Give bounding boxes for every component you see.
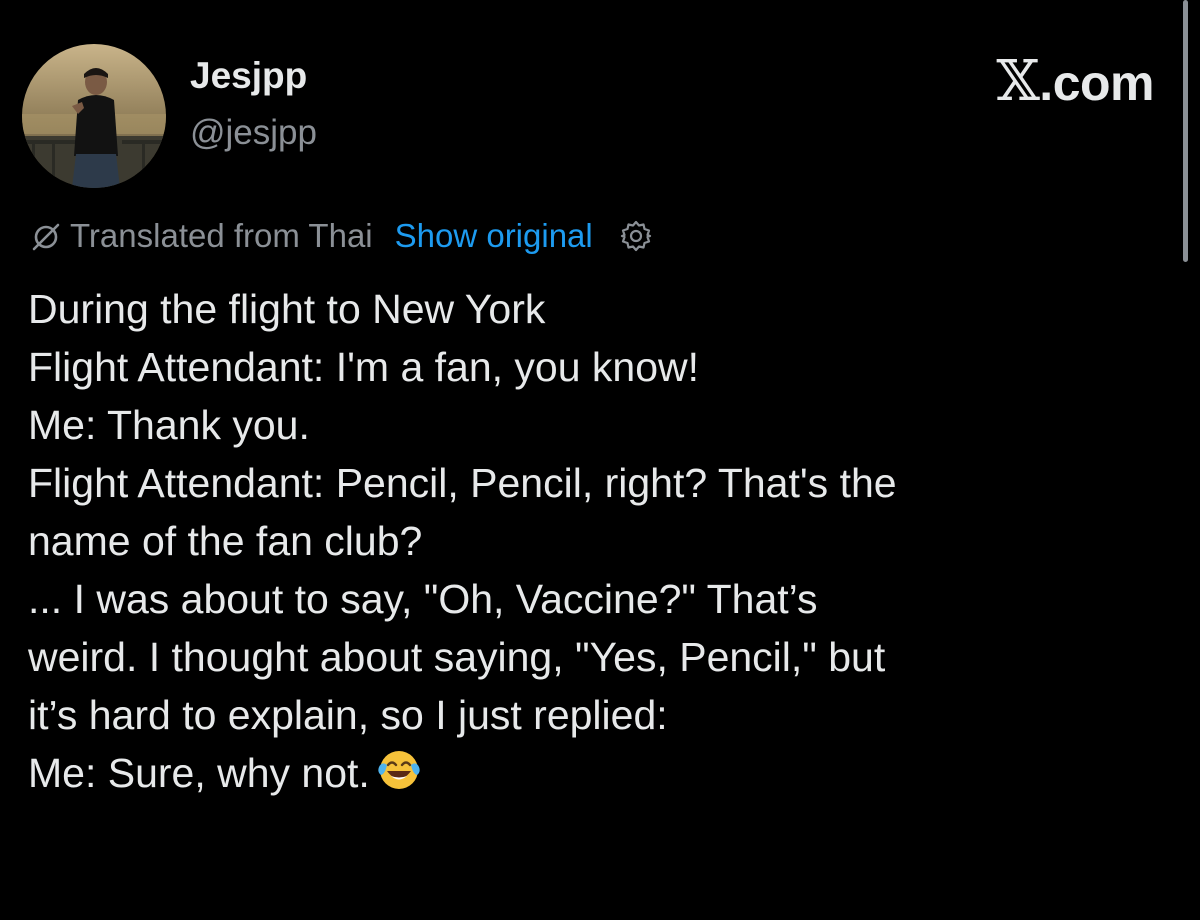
brand-domain: .com — [1039, 55, 1154, 111]
tears-of-joy-emoji-icon — [376, 747, 422, 793]
author-avatar[interactable] — [22, 44, 166, 188]
tweet-line: ... I was about to say, "Oh, Vaccine?" T… — [28, 576, 818, 622]
translation-bar: Translated from Thai Show original — [28, 210, 653, 262]
avatar-photo — [22, 44, 166, 188]
tweet-line: During the flight to New York — [28, 286, 546, 332]
tweet-line: name of the fan club? — [28, 518, 423, 564]
tweet-line: it’s hard to explain, so I just replied: — [28, 692, 668, 738]
tweet-last-line: Me: Sure, why not. — [28, 744, 1178, 802]
tweet-line: Me: Thank you. — [28, 402, 310, 448]
tweet-line: Flight Attendant: I'm a fan, you know! — [28, 344, 700, 390]
x-logo: 𝕏 — [996, 49, 1040, 114]
tweet-text: During the flight to New York Flight Att… — [28, 280, 1178, 802]
author-handle[interactable]: @jesjpp — [190, 112, 317, 154]
tweet-line: weird. I thought about saying, "Yes, Pen… — [28, 634, 886, 680]
tweet-line: Me: Sure, why not. — [28, 750, 370, 796]
translate-icon — [28, 218, 64, 254]
author-display-name[interactable]: Jesjpp — [190, 54, 307, 98]
x-com-watermark: 𝕏.com — [996, 52, 1154, 113]
show-original-link[interactable]: Show original — [395, 217, 593, 255]
scrollbar-thumb[interactable] — [1183, 0, 1188, 262]
gear-icon[interactable] — [619, 219, 653, 253]
translated-from-label: Translated from Thai — [70, 217, 373, 254]
tweet-line: Flight Attendant: Pencil, Pencil, right?… — [28, 460, 897, 506]
